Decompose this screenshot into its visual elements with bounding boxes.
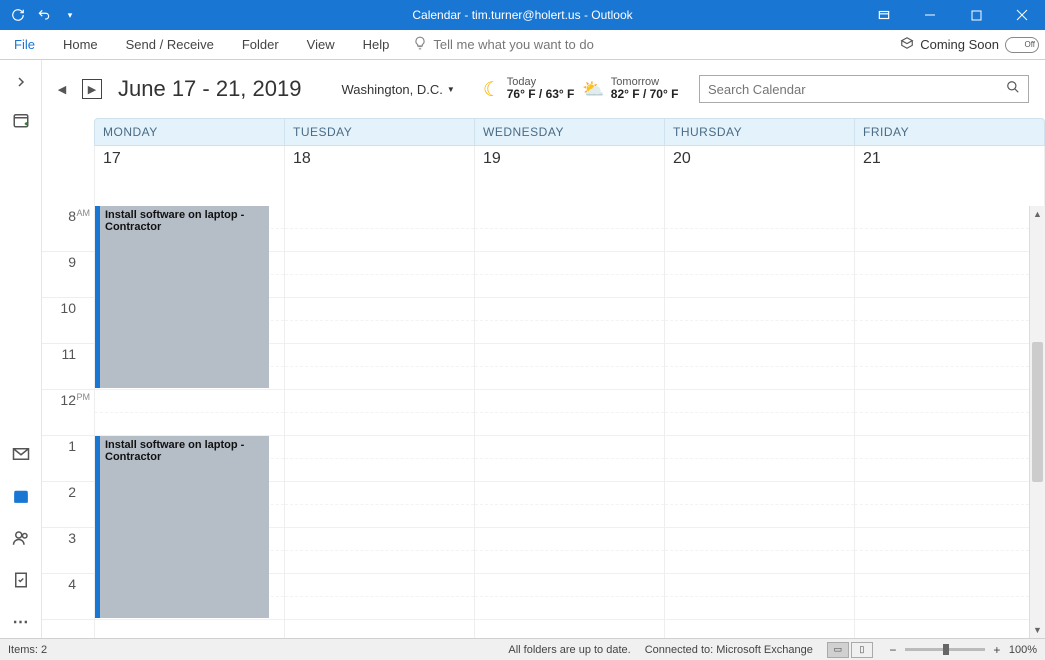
qat-dropdown-icon[interactable]: ▾	[62, 7, 78, 23]
vertical-scrollbar[interactable]: ▲ ▼	[1029, 206, 1045, 638]
sync-icon[interactable]	[10, 7, 26, 23]
time-slot: 9	[42, 252, 94, 298]
calendar-event[interactable]: Install software on laptop - Contractor	[95, 206, 269, 388]
day-column[interactable]: Install software on laptop - Contractor I…	[94, 206, 285, 638]
tab-folder[interactable]: Folder	[228, 30, 293, 59]
close-button[interactable]	[999, 0, 1045, 30]
people-nav-icon[interactable]	[5, 522, 37, 554]
undo-icon[interactable]	[36, 7, 52, 23]
maximize-button[interactable]	[953, 0, 999, 30]
date-wed[interactable]: 19	[475, 146, 665, 206]
location-selector[interactable]: Washington, D.C. ▼	[341, 82, 454, 97]
today-temp: 76° F / 63° F	[507, 88, 575, 101]
tab-file[interactable]: File	[0, 30, 49, 59]
tomorrow-temp: 82° F / 70° F	[611, 88, 679, 101]
day-header-wed: WEDNESDAY	[475, 118, 665, 146]
time-slot: 10	[42, 298, 94, 344]
new-appointment-icon[interactable]	[7, 106, 35, 134]
minimize-button[interactable]	[907, 0, 953, 30]
day-column[interactable]	[665, 206, 855, 638]
scroll-down-button[interactable]: ▼	[1030, 622, 1045, 638]
coming-soon-label: Coming Soon	[920, 37, 999, 52]
scroll-up-button[interactable]: ▲	[1030, 206, 1045, 222]
calendar-nav-icon[interactable]	[5, 480, 37, 512]
date-range-label: June 17 - 21, 2019	[118, 76, 301, 102]
search-input[interactable]	[708, 82, 1006, 97]
scroll-thumb[interactable]	[1032, 342, 1043, 482]
ribbon-display-button[interactable]	[861, 0, 907, 30]
coming-soon-toggle[interactable]: Off	[1005, 37, 1039, 53]
date-thu[interactable]: 20	[665, 146, 855, 206]
time-slot: 8AM	[42, 206, 94, 252]
time-slot: 4	[42, 574, 94, 620]
zoom-level: 100%	[1009, 644, 1037, 656]
tab-home[interactable]: Home	[49, 30, 112, 59]
view-reading-button[interactable]: ▯	[851, 642, 873, 658]
day-column[interactable]	[285, 206, 475, 638]
status-folders: All folders are up to date.	[508, 644, 630, 656]
time-slot: 3	[42, 528, 94, 574]
search-icon[interactable]	[1006, 80, 1020, 99]
tasks-nav-icon[interactable]	[5, 564, 37, 596]
status-items: Items: 2	[8, 644, 47, 656]
time-slot: 11	[42, 344, 94, 390]
expand-nav-icon[interactable]	[7, 68, 35, 96]
time-slot: 12PM	[42, 390, 94, 436]
tab-send-receive[interactable]: Send / Receive	[112, 30, 228, 59]
date-fri[interactable]: 21	[855, 146, 1045, 206]
location-label: Washington, D.C.	[341, 82, 442, 97]
more-nav-icon[interactable]: ⋯	[5, 606, 37, 638]
status-connected: Connected to: Microsoft Exchange	[645, 644, 813, 656]
mail-nav-icon[interactable]	[5, 438, 37, 470]
next-week-button[interactable]: ▶	[82, 79, 102, 99]
zoom-out-button[interactable]: −	[887, 643, 899, 657]
zoom-slider[interactable]	[905, 648, 985, 651]
day-column[interactable]	[855, 206, 1045, 638]
time-slot: 1	[42, 436, 94, 482]
chevron-down-icon: ▼	[447, 85, 455, 94]
view-normal-button[interactable]: ▭	[827, 642, 849, 658]
day-header-fri: FRIDAY	[855, 118, 1045, 146]
day-header-mon: MONDAY	[94, 118, 285, 146]
tell-me-label: Tell me what you want to do	[433, 37, 593, 52]
time-slot: 2	[42, 482, 94, 528]
lightbulb-icon	[413, 36, 427, 53]
tell-me-search[interactable]: Tell me what you want to do	[413, 36, 593, 53]
day-header-tue: TUESDAY	[285, 118, 475, 146]
calendar-event[interactable]: Install software on laptop - Contractor	[95, 436, 269, 618]
tab-help[interactable]: Help	[349, 30, 404, 59]
zoom-in-button[interactable]: +	[991, 643, 1003, 657]
moon-icon: ☾	[483, 77, 501, 102]
day-header-thu: THURSDAY	[665, 118, 855, 146]
box-icon	[900, 36, 914, 53]
search-box[interactable]	[699, 75, 1029, 103]
partly-cloudy-icon: ⛅	[582, 79, 604, 100]
tab-view[interactable]: View	[293, 30, 349, 59]
day-column[interactable]	[475, 206, 665, 638]
prev-week-button[interactable]: ◀	[52, 79, 72, 99]
date-tue[interactable]: 18	[285, 146, 475, 206]
date-mon[interactable]: 17	[94, 146, 285, 206]
